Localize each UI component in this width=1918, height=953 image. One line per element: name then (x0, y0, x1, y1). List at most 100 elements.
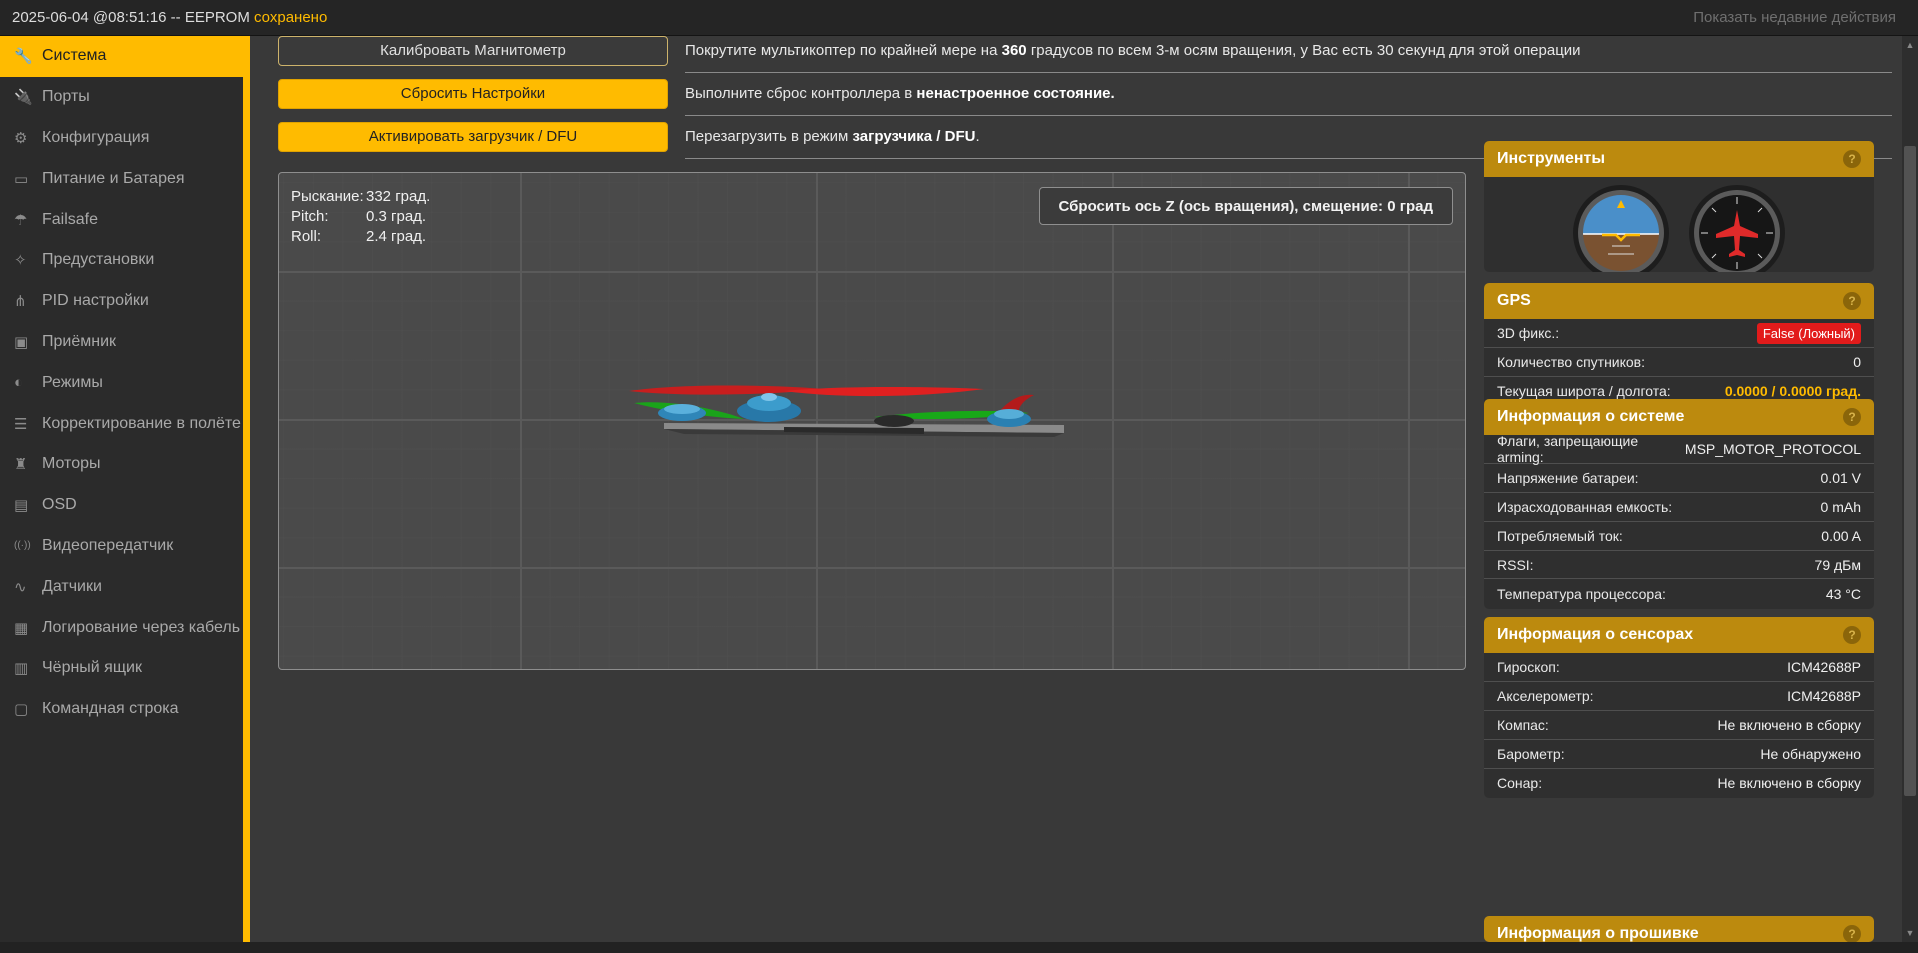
reset-z-axis-button[interactable]: Сбросить ось Z (ось вращения), смещение:… (1038, 187, 1453, 225)
info-row-label: Акселерометр: (1497, 687, 1594, 704)
info-row: Акселерометр: ICM42688P (1484, 682, 1874, 711)
sidebar-item-label: Failsafe (42, 210, 99, 228)
scroll-down-icon[interactable]: ▼ (1905, 928, 1915, 938)
sidebar-item-label: PID настройки (42, 292, 149, 310)
pitch-label: Pitch: (291, 208, 329, 225)
parachute-icon: ☂ (14, 211, 28, 229)
info-row: Напряжение батареи: 0.01 V (1484, 464, 1874, 493)
magic-wand-icon: ✧ (14, 252, 27, 270)
attitude-readout: Рыскание: 332 град. Pitch: 0.3 град. Roll:… (291, 187, 430, 247)
sidebar-item-1[interactable]: 🔌 Порты (0, 77, 250, 118)
firmware-info-title: Информация о прошивке (1497, 925, 1699, 942)
info-row: Компас: Не включено в сборку (1484, 711, 1874, 740)
toggle-icon: ◐ (14, 374, 24, 392)
sidebar-item-label: Система (42, 47, 107, 65)
activate-dfu-button[interactable]: Активировать загрузчик / DFU (278, 121, 668, 152)
sidebar-item-16[interactable]: ▢ Командная строка (0, 689, 250, 730)
sidebar-item-label: Конфигурация (42, 128, 150, 146)
info-row-value: ICM42688P (1787, 658, 1861, 675)
info-row-value: 0.01 V (1820, 469, 1861, 486)
instruments-help-icon[interactable]: ? (1843, 150, 1861, 168)
info-row: Сонар: Не включено в сборку (1484, 769, 1874, 798)
heading-indicator-icon (1689, 184, 1785, 272)
sidebar-item-0[interactable]: 🔧 Система (0, 36, 243, 77)
system-info-rows: Флаги, запрещающие arming: MSP_MOTOR_PROT… (1484, 432, 1874, 608)
info-row-value: Не включено в сборку (1717, 775, 1861, 791)
sidebar-item-6[interactable]: ⋔ PID настройки (0, 281, 250, 322)
sidebar-item-14[interactable]: ▦ Логирование через кабель (0, 607, 250, 648)
network-icon: ⋔ (14, 293, 27, 311)
reset-settings-button[interactable]: Сбросить Настройки (278, 78, 668, 109)
gps-header: GPS ? (1484, 283, 1874, 319)
model-viewport[interactable]: Рыскание: 332 град. Pitch: 0.3 град. Roll:… (278, 172, 1466, 670)
osd-icon: ▤ (14, 497, 29, 515)
info-row-value: Не включено в сборку (1717, 716, 1861, 733)
info-row-label: Температура процессора: (1497, 585, 1666, 602)
info-row-label: Сонар: (1497, 775, 1543, 791)
calibrate-magnetometer-button[interactable]: Калибровать Магнитометр (278, 35, 668, 66)
gear-icon: ⚙ (14, 129, 28, 147)
sidebar-item-label: Приёмник (42, 332, 117, 350)
vertical-scrollbar[interactable]: ▲ ▼ (1902, 36, 1918, 942)
pulse-icon: ∿ (14, 578, 27, 596)
info-row-value: 0.00 A (1821, 527, 1861, 544)
info-row-value: MSP_MOTOR_PROTOCOL (1684, 440, 1861, 457)
info-row-value: 79 дБм (1814, 556, 1861, 573)
sidebar-item-15[interactable]: ▥ Чёрный ящик (0, 648, 250, 689)
gps-satellites-row: Количество спутников: 0 (1484, 348, 1874, 377)
battery-icon: ▭ (14, 170, 29, 188)
motor-icon: ♜ (14, 456, 28, 474)
sidebar-item-4[interactable]: ☂ Failsafe (0, 199, 250, 240)
instruments-title: Инструменты (1497, 150, 1606, 167)
sidebar-item-label: Командная строка (42, 700, 179, 718)
sliders-icon: ☰ (14, 415, 28, 433)
system-info-header: Информация о системе ? (1484, 399, 1874, 435)
gps-help-icon[interactable]: ? (1843, 292, 1861, 310)
show-recent-actions-link[interactable]: Показать недавние действия (1693, 9, 1906, 26)
cable-icon: ▦ (14, 619, 29, 637)
roll-value: 2.4 град. (366, 228, 427, 245)
scroll-up-icon[interactable]: ▲ (1905, 40, 1915, 50)
gps-3d-fix-badge: False (Ложный) (1756, 322, 1861, 344)
sensor-info-panel: Информация о сенсорах ? Гироскоп: ICM4268… (1484, 617, 1874, 798)
sidebar-item-label: Режимы (42, 373, 103, 391)
sidebar-item-2[interactable]: ⚙ Конфигурация (0, 118, 250, 159)
wrench-icon: 🔧 (14, 48, 33, 66)
sensor-info-help-icon[interactable]: ? (1843, 626, 1861, 644)
firmware-info-help-icon[interactable]: ? (1843, 925, 1861, 942)
info-row-label: Израсходованная емкость: (1497, 498, 1673, 515)
sidebar-item-12[interactable]: ((·)) Видеопередатчик (0, 526, 250, 567)
sidebar-item-8[interactable]: ◐ Режимы (0, 362, 250, 403)
sidebar-item-9[interactable]: ☰ Корректирование в полёте (0, 403, 250, 444)
sidebar-item-13[interactable]: ∿ Датчики (0, 566, 250, 607)
gps-title: GPS (1497, 292, 1531, 309)
info-row: Температура процессора: 43 °C (1484, 579, 1874, 608)
sidebar-item-10[interactable]: ♜ Моторы (0, 444, 250, 485)
info-row: Израсходованная емкость: 0 mAh (1484, 493, 1874, 522)
info-row: Флаги, запрещающие arming: MSP_MOTOR_PROT… (1484, 432, 1874, 465)
info-row-label: Флаги, запрещающие arming: (1497, 432, 1639, 465)
scrollbar-thumb[interactable] (1904, 146, 1916, 796)
system-info-help-icon[interactable]: ? (1843, 408, 1861, 426)
firmware-info-panel: Информация о прошивке ? (1484, 916, 1874, 942)
calibrate-mag-row: Калибровать Магнитометр Покрутите мульти… (278, 29, 1892, 73)
reset-settings-row: Сбросить Настройки Выполните сброс контр… (278, 72, 1892, 116)
log-message: 2025-06-04 @08:51:16 -- EEPROM сохранено (12, 9, 328, 26)
sidebar-item-label: Корректирование в полёте (42, 414, 241, 432)
eeprom-status: сохранено (254, 9, 328, 26)
sidebar-item-5[interactable]: ✧ Предустановки (0, 240, 250, 281)
sidebar-item-label: Логирование через кабель (42, 618, 241, 636)
gps-satellites-label: Количество спутников: (1497, 353, 1646, 370)
sidebar-item-3[interactable]: ▭ Питание и Батарея (0, 158, 250, 199)
pitch-value: 0.3 град. (366, 208, 427, 225)
sensor-info-header: Информация о сенсорах ? (1484, 617, 1874, 653)
sidebar-item-label: OSD (42, 496, 77, 514)
info-row-label: Компас: (1497, 716, 1549, 733)
info-row-value: Не обнаружено (1760, 745, 1861, 762)
sidebar-item-label: Чёрный ящик (42, 659, 142, 677)
gps-panel: GPS ? 3D фикс.: False (Ложный) Количеств… (1484, 283, 1874, 408)
instruments-header: Инструменты ? (1484, 141, 1874, 177)
sidebar-item-11[interactable]: ▤ OSD (0, 485, 250, 526)
sidebar-item-7[interactable]: ▣ Приёмник (0, 322, 250, 363)
attitude-indicator-icon (1573, 184, 1669, 272)
